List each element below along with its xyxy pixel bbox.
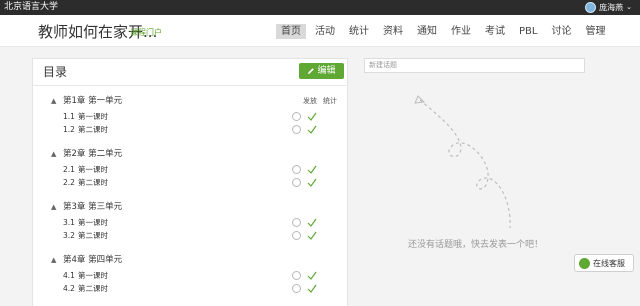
nav-home[interactable]: 首页 bbox=[276, 24, 306, 39]
collapse-triangle-icon[interactable]: ▲ bbox=[51, 203, 56, 211]
lesson-row[interactable]: 3.1 第一课时 bbox=[32, 217, 348, 228]
checkmark-icon[interactable] bbox=[307, 271, 317, 280]
publish-radio[interactable] bbox=[292, 125, 301, 134]
lesson-title[interactable]: 第一课时 bbox=[78, 270, 108, 281]
column-header-publish: 发放 bbox=[303, 97, 317, 105]
publish-radio[interactable] bbox=[292, 231, 301, 240]
checkmark-icon[interactable] bbox=[307, 178, 317, 187]
checkmark-icon[interactable] bbox=[307, 218, 317, 227]
lesson-title[interactable]: 第二课时 bbox=[78, 283, 108, 294]
empty-state-illustration bbox=[414, 95, 511, 229]
publish-radio[interactable] bbox=[292, 178, 301, 187]
publish-radio[interactable] bbox=[292, 112, 301, 121]
lesson-number: 4.1 bbox=[63, 271, 75, 280]
user-menu[interactable]: 庞海燕 ⌄ bbox=[585, 1, 632, 14]
new-topic-input[interactable]: 新建话题 bbox=[364, 58, 585, 73]
publish-radio[interactable] bbox=[292, 271, 301, 280]
user-name[interactable]: 庞海燕 bbox=[599, 1, 623, 14]
nav-notices[interactable]: 通知 bbox=[412, 24, 442, 39]
lesson-number: 1.1 bbox=[63, 112, 75, 121]
lesson-title[interactable]: 第二课时 bbox=[78, 124, 108, 135]
publish-radio[interactable] bbox=[292, 284, 301, 293]
nav-pbl[interactable]: PBL bbox=[514, 24, 542, 39]
checkmark-icon[interactable] bbox=[307, 112, 317, 121]
chapter-row[interactable]: ▲ 第1章 第一单元 发放 统计 bbox=[32, 95, 348, 107]
checkmark-icon[interactable] bbox=[307, 165, 317, 174]
edit-label: 编辑 bbox=[317, 66, 336, 76]
chapter-row[interactable]: ▲ 第4章 第四单元 bbox=[32, 254, 348, 266]
lesson-title[interactable]: 第二课时 bbox=[78, 230, 108, 241]
edit-icon bbox=[308, 68, 315, 74]
collapse-triangle-icon[interactable]: ▲ bbox=[51, 97, 56, 105]
publish-radio[interactable] bbox=[292, 165, 301, 174]
main-nav: 首页 活动 统计 资料 通知 作业 考试 PBL 讨论 管理 bbox=[276, 24, 614, 39]
lesson-number: 4.2 bbox=[63, 284, 75, 293]
catalog-title: 目录 bbox=[43, 65, 68, 79]
lesson-row[interactable]: 3.2 第二课时 bbox=[32, 230, 348, 241]
lesson-title[interactable]: 第一课时 bbox=[78, 111, 108, 122]
checkmark-icon[interactable] bbox=[307, 231, 317, 240]
lesson-title[interactable]: 第一课时 bbox=[78, 164, 108, 175]
nav-statistics[interactable]: 统计 bbox=[344, 24, 374, 39]
lesson-row[interactable]: 4.1 第一课时 bbox=[32, 270, 348, 281]
chevron-down-icon[interactable]: ⌄ bbox=[626, 1, 632, 14]
lesson-number: 2.1 bbox=[63, 165, 75, 174]
lesson-number: 3.1 bbox=[63, 218, 75, 227]
chapter-title: 第4章 第四单元 bbox=[63, 255, 123, 265]
online-service-button[interactable]: 在线客服 bbox=[574, 254, 634, 272]
catalog-header: 目录 编辑 bbox=[33, 59, 347, 86]
collapse-triangle-icon[interactable]: ▲ bbox=[51, 256, 56, 264]
nav-discussion[interactable]: 讨论 bbox=[546, 24, 576, 39]
headset-icon bbox=[579, 257, 590, 269]
lesson-row[interactable]: 2.2 第二课时 bbox=[32, 177, 348, 188]
lesson-number: 1.2 bbox=[63, 125, 75, 134]
nav-activity[interactable]: 活动 bbox=[310, 24, 340, 39]
lesson-number: 3.2 bbox=[63, 231, 75, 240]
publish-radio[interactable] bbox=[292, 218, 301, 227]
school-name[interactable]: 北京语言大学 bbox=[4, 1, 58, 14]
checkmark-icon[interactable] bbox=[307, 284, 317, 293]
lesson-number: 2.2 bbox=[63, 178, 75, 187]
column-header-stats: 统计 bbox=[323, 97, 337, 105]
empty-state-message: 还没有话题哦，快去发表一个吧！ bbox=[408, 240, 544, 250]
chapter-title: 第1章 第一单元 bbox=[63, 96, 123, 106]
chapter-title: 第2章 第二单元 bbox=[63, 149, 123, 159]
lesson-row[interactable]: 1.2 第二课时 bbox=[32, 124, 348, 135]
checkmark-icon[interactable] bbox=[307, 125, 317, 134]
avatar[interactable] bbox=[585, 2, 597, 13]
top-bar: 北京语言大学 庞海燕 ⌄ bbox=[0, 0, 640, 15]
lesson-title[interactable]: 第二课时 bbox=[78, 177, 108, 188]
lesson-row[interactable]: 1.1 第一课时 bbox=[32, 111, 348, 122]
lesson-row[interactable]: 2.1 第一课时 bbox=[32, 164, 348, 175]
lesson-title[interactable]: 第一课时 bbox=[78, 217, 108, 228]
course-header: 教师如何在家开... 课程门户 首页 活动 统计 资料 通知 作业 考试 PBL… bbox=[0, 15, 640, 47]
nav-homework[interactable]: 作业 bbox=[446, 24, 476, 39]
chapter-row[interactable]: ▲ 第2章 第二单元 bbox=[32, 148, 348, 160]
nav-materials[interactable]: 资料 bbox=[378, 24, 408, 39]
collapse-triangle-icon[interactable]: ▲ bbox=[51, 150, 56, 158]
course-portal-link[interactable]: 课程门户 bbox=[130, 28, 162, 38]
nav-exam[interactable]: 考试 bbox=[480, 24, 510, 39]
chapter-row[interactable]: ▲ 第3章 第三单元 bbox=[32, 201, 348, 213]
lesson-row[interactable]: 4.2 第二课时 bbox=[32, 283, 348, 294]
edit-button[interactable]: 编辑 bbox=[299, 63, 344, 79]
nav-manage[interactable]: 管理 bbox=[580, 24, 610, 39]
online-service-label: 在线客服 bbox=[593, 258, 625, 268]
chapter-title: 第3章 第三单元 bbox=[63, 202, 123, 212]
